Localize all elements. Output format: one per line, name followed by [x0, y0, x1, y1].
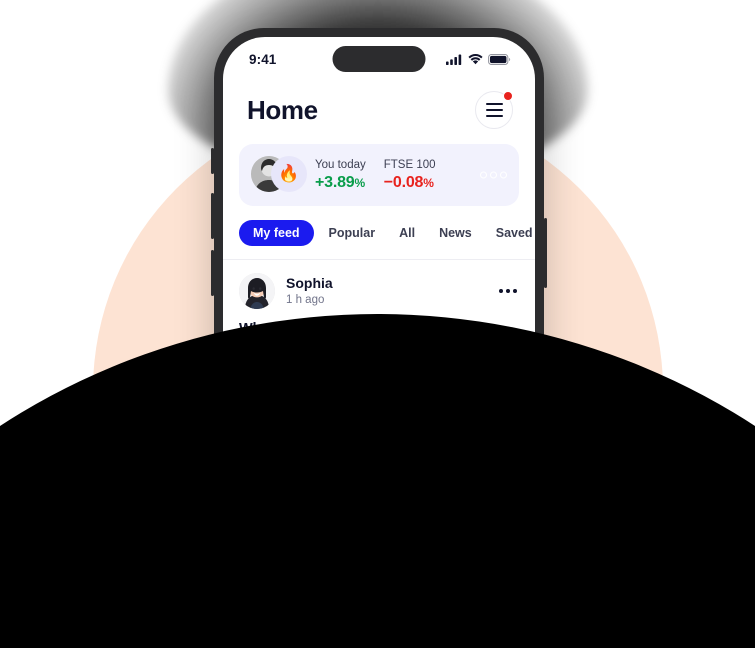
- post-timestamp: 1 h ago: [286, 293, 325, 306]
- reaction-chips[interactable]: 👍 ❤️ 🚀 🔥 12: [239, 471, 327, 491]
- post-author-meta: Andy 3 h ago: [286, 559, 497, 592]
- wifi-icon: [468, 53, 483, 64]
- like-button[interactable]: 👍: [239, 501, 324, 531]
- dot: [500, 171, 507, 179]
- post-actions-row: 👍 Comment: [239, 501, 519, 544]
- post-body-ticker-link[interactable]: Apple Inc.: [292, 610, 357, 625]
- post-options-button[interactable]: [497, 283, 519, 299]
- stat-label: You today: [315, 158, 366, 171]
- comments-count[interactable]: 26 comments: [444, 474, 519, 488]
- avatar: [239, 557, 275, 594]
- stat-unit: %: [423, 175, 434, 190]
- hamburger-menu-button[interactable]: [475, 91, 513, 129]
- post-card-sophia[interactable]: Sophia 1 h ago Why I’m buying shares I’v…: [223, 260, 535, 544]
- stat-value: −0.08%: [383, 173, 434, 191]
- stat-you-today: You today +3.89%: [315, 158, 366, 193]
- show-more-link[interactable]: …Show more: [239, 444, 519, 459]
- speech-bubble-icon: [427, 510, 440, 522]
- post-author-name: Sophia: [286, 274, 333, 291]
- hamburger-menu-icon-bar2: [485, 109, 503, 111]
- feed-tabs: My feed Popular All News Saved: [223, 206, 535, 246]
- post-author-meta: Sophia 1 h ago: [286, 275, 497, 308]
- dot: [513, 573, 517, 578]
- portfolio-stats-bar[interactable]: 🔥 You today +3.89% FTSE 100 −0.08%: [239, 144, 519, 206]
- status-bar-indicators: [446, 53, 511, 65]
- stat-value: +3.89%: [315, 173, 366, 191]
- phone-device-frame: 9:41 Home 🔥 You today +3.89% FTSE 100 −0…: [211, 28, 547, 648]
- post-header: Andy 3 h ago: [239, 557, 519, 594]
- signal-bars-icon: [446, 54, 462, 65]
- post-body-before: I’ve been casually researching: [239, 347, 425, 362]
- notification-badge-dot: [503, 91, 513, 101]
- compose-post-fab[interactable]: [474, 596, 518, 640]
- post-title: Why I’m buying shares: [239, 321, 393, 337]
- post-body-before: I bought: [239, 609, 292, 625]
- app-header: Home: [223, 81, 535, 129]
- three-dots-icon: [499, 573, 503, 578]
- three-dots-icon: [499, 289, 503, 293]
- reaction-count: 12: [313, 474, 327, 488]
- phone-volume-down-button: [211, 250, 214, 296]
- tab-news[interactable]: News: [430, 220, 481, 246]
- dot: [513, 289, 517, 293]
- dynamic-island: [332, 46, 426, 72]
- comment-button[interactable]: Comment: [412, 501, 519, 531]
- avatar: [239, 273, 275, 309]
- status-bar: 9:41: [223, 37, 535, 81]
- tab-saved[interactable]: Saved: [487, 220, 535, 246]
- dot: [506, 289, 510, 293]
- battery-icon: [488, 53, 511, 65]
- pencil-edit-icon: [490, 609, 504, 623]
- comment-button-label: Comment: [446, 509, 504, 523]
- post-body-after: at 168.40 GBP: [356, 609, 449, 625]
- post-timestamp: 3 h ago: [286, 578, 325, 590]
- dot: [480, 171, 487, 179]
- tab-popular[interactable]: Popular: [320, 220, 385, 246]
- dot: [506, 573, 510, 578]
- page-title: Home: [247, 94, 318, 125]
- stat-ftse-100: FTSE 100 −0.08%: [384, 158, 436, 193]
- post-author-name: Andy: [286, 559, 321, 575]
- post-options-button[interactable]: [497, 568, 519, 584]
- status-bar-time: 9:41: [249, 51, 277, 67]
- phone-volume-up-button: [211, 193, 214, 239]
- three-dots-icon[interactable]: [480, 171, 507, 179]
- phone-power-button: [544, 218, 547, 288]
- post-body: I’ve been casually researching Spotify f…: [239, 345, 519, 443]
- phone-silent-switch: [211, 148, 214, 174]
- screenshot-stage: 9:41 Home 🔥 You today +3.89% FTSE 100 −0…: [0, 0, 755, 648]
- reaction-fire-icon: 🔥: [287, 471, 306, 491]
- feed-list: Sophia 1 h ago Why I’m buying shares I’v…: [223, 259, 535, 627]
- streak-flame-icon: 🔥: [271, 156, 307, 192]
- stat-unit: %: [354, 175, 366, 190]
- tab-my-feed[interactable]: My feed: [239, 220, 314, 246]
- post-header: Sophia 1 h ago: [239, 273, 519, 309]
- tab-all[interactable]: All: [390, 220, 424, 246]
- post-reactions-row: 👍 ❤️ 🚀 🔥 12 26 comments: [239, 471, 519, 491]
- phone-screen: 9:41 Home 🔥 You today +3.89% FTSE 100 −0…: [223, 37, 535, 648]
- stat-label: FTSE 100: [383, 158, 436, 171]
- hamburger-menu-icon-bar3: [485, 115, 503, 117]
- post-body-ticker-link[interactable]: Spotify: [424, 347, 470, 362]
- dot: [490, 171, 497, 179]
- stats-avatar-group: 🔥: [251, 156, 309, 194]
- hamburger-menu-icon: [485, 103, 503, 105]
